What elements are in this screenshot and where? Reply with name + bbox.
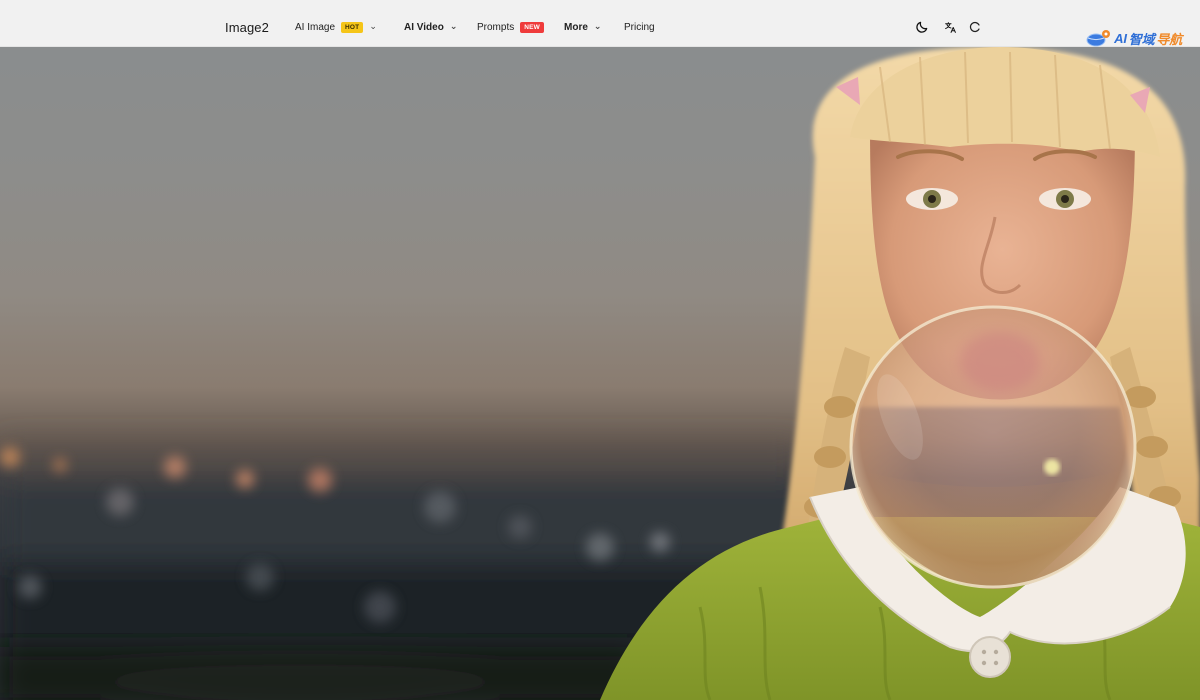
nav-pricing[interactable]: Pricing	[624, 22, 655, 33]
moon-icon	[916, 21, 928, 33]
hot-badge: HOT	[341, 22, 364, 33]
hero-image	[0, 47, 1200, 700]
nav-ai-video[interactable]: AI Video ⌄	[404, 21, 458, 33]
globe-pin-icon	[1086, 30, 1111, 47]
chevron-down-icon: ⌄	[449, 21, 458, 31]
translate-icon	[944, 21, 956, 33]
nav-prompts[interactable]: Prompts NEW	[477, 22, 544, 33]
new-badge: NEW	[520, 22, 544, 33]
watermark-zh: 智域	[1128, 31, 1155, 47]
nav-ai-video-label: AI Video	[404, 22, 444, 33]
page: Image2 AI Image HOT ⌄ AI Video ⌄ Prompts…	[0, 0, 1200, 700]
nav-more[interactable]: More ⌄	[564, 21, 602, 33]
site-watermark: AI 智域 导航	[1086, 28, 1182, 48]
nav-ai-image-label: AI Image	[295, 22, 336, 33]
nav-ai-image[interactable]: AI Image HOT ⌄	[295, 21, 377, 33]
theme-toggle-button[interactable]	[913, 18, 931, 36]
watermark-nav: 导航	[1156, 31, 1182, 47]
nav-pricing-label: Pricing	[624, 22, 655, 33]
watermark-ai: AI	[1114, 30, 1127, 46]
nav-prompts-label: Prompts	[477, 22, 515, 33]
top-navbar: Image2 AI Image HOT ⌄ AI Video ⌄ Prompts…	[0, 0, 1200, 47]
brand-logo[interactable]: Image2	[225, 20, 269, 35]
loading-icon	[969, 21, 980, 33]
language-button[interactable]	[941, 18, 959, 36]
chevron-down-icon: ⌄	[369, 21, 377, 31]
nav-more-label: More	[564, 22, 588, 33]
chevron-down-icon: ⌄	[593, 21, 602, 31]
account-button[interactable]	[966, 18, 984, 36]
hero-illustration	[0, 47, 1200, 700]
